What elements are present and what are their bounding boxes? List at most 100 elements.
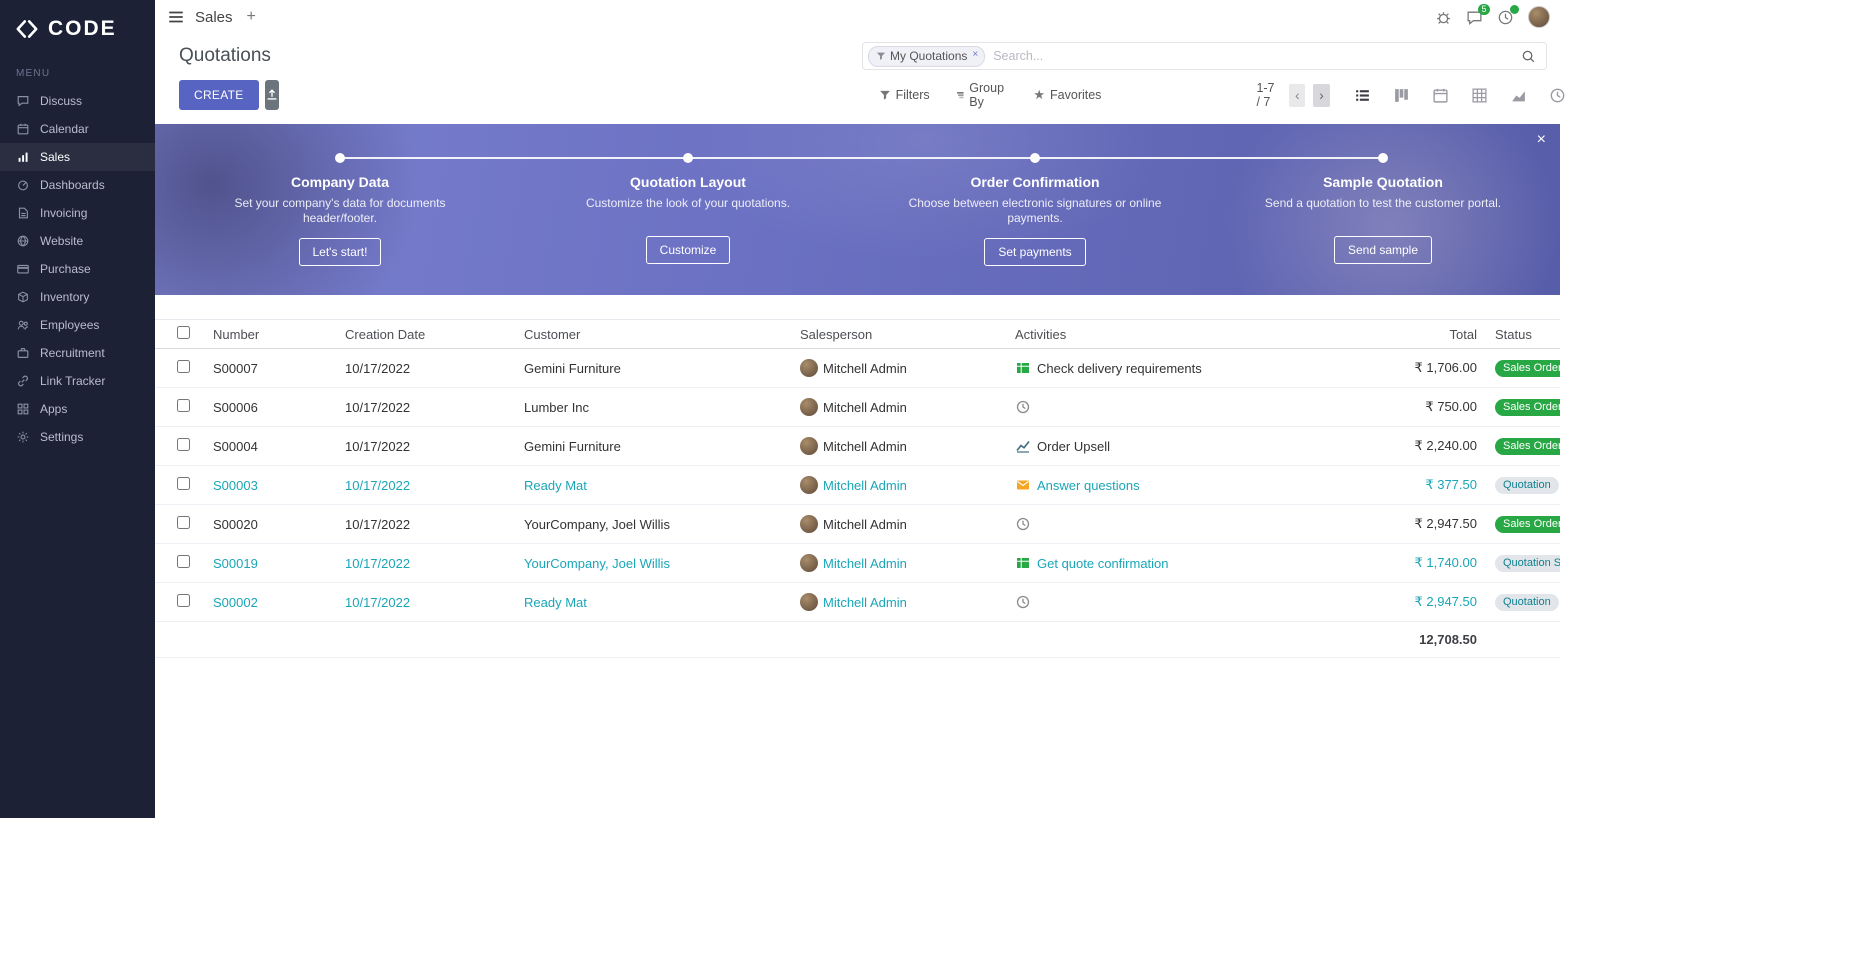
purchase-icon xyxy=(16,262,30,276)
cell-creation-date: 10/17/2022 xyxy=(345,595,524,610)
menu-toggle-icon[interactable] xyxy=(167,8,185,26)
sidebar-item-invoicing[interactable]: Invoicing xyxy=(0,199,155,227)
column-header-status[interactable]: Status xyxy=(1489,327,1560,342)
column-header-creation-date[interactable]: Creation Date xyxy=(345,327,524,342)
search-tools: Filters Group By ★ Favorites xyxy=(879,81,1102,109)
create-button[interactable]: CREATE xyxy=(179,80,259,110)
salesperson-avatar xyxy=(800,554,818,572)
column-header-customer[interactable]: Customer xyxy=(524,327,800,342)
close-banner-icon[interactable]: × xyxy=(1537,132,1546,148)
pivot-view-icon[interactable] xyxy=(1471,87,1488,104)
cell-activity[interactable] xyxy=(1015,516,1369,532)
sidebar-item-employees[interactable]: Employees xyxy=(0,311,155,339)
recruitment-icon xyxy=(16,346,30,360)
table-row[interactable]: S00003 10/17/2022 Ready Mat Mitchell Adm… xyxy=(155,466,1560,505)
list-view-icon[interactable] xyxy=(1354,87,1371,104)
row-checkbox[interactable] xyxy=(177,594,190,607)
search-filter-chip[interactable]: My Quotations × xyxy=(868,46,985,67)
kanban-view-icon[interactable] xyxy=(1393,87,1410,104)
sidebar-item-calendar[interactable]: Calendar xyxy=(0,115,155,143)
view-switcher xyxy=(1354,87,1566,104)
sidebar-item-dashboards[interactable]: Dashboards xyxy=(0,171,155,199)
graph-view-icon[interactable] xyxy=(1510,87,1527,104)
clock-icon xyxy=(1015,516,1031,532)
row-checkbox[interactable] xyxy=(177,555,190,568)
sidebar-item-sales[interactable]: Sales xyxy=(0,143,155,171)
select-all-checkbox[interactable] xyxy=(177,326,190,339)
search-input[interactable] xyxy=(993,49,1521,63)
cell-total: ₹ 2,947.50 xyxy=(1369,516,1489,532)
app-name[interactable]: Sales xyxy=(195,9,233,26)
activities-icon[interactable] xyxy=(1497,9,1514,26)
sidebar-item-recruitment[interactable]: Recruitment xyxy=(0,339,155,367)
salesperson-name: Mitchell Admin xyxy=(823,517,907,532)
column-header-activities[interactable]: Activities xyxy=(1015,327,1369,342)
sidebar-item-settings[interactable]: Settings xyxy=(0,423,155,451)
favorites-button[interactable]: ★ Favorites xyxy=(1033,87,1101,103)
messages-icon[interactable]: 5 xyxy=(1466,9,1483,26)
main-area: Sales + 5 Quotations xyxy=(155,0,1560,818)
sidebar-item-inventory[interactable]: Inventory xyxy=(0,283,155,311)
step-title: Order Confirmation xyxy=(905,174,1165,190)
sidebar-item-label: Website xyxy=(40,234,83,248)
column-header-number[interactable]: Number xyxy=(213,327,345,342)
cell-activity[interactable] xyxy=(1015,594,1369,610)
row-checkbox[interactable] xyxy=(177,399,190,412)
table-row[interactable]: S00004 10/17/2022 Gemini Furniture Mitch… xyxy=(155,427,1560,466)
table-row[interactable]: S00019 10/17/2022 YourCompany, Joel Will… xyxy=(155,544,1560,583)
brand-logo[interactable]: CODE xyxy=(0,0,155,60)
menu-label: MENU xyxy=(0,60,155,87)
step-description: Choose between electronic signatures or … xyxy=(905,196,1165,226)
user-avatar[interactable] xyxy=(1528,6,1550,28)
filters-button[interactable]: Filters xyxy=(879,88,930,102)
activity-view-icon[interactable] xyxy=(1549,87,1566,104)
sidebar-item-apps[interactable]: Apps xyxy=(0,395,155,423)
cell-total: ₹ 1,706.00 xyxy=(1369,360,1489,376)
row-checkbox[interactable] xyxy=(177,438,190,451)
sidebar-item-website[interactable]: Website xyxy=(0,227,155,255)
customize-button[interactable]: Customize xyxy=(646,236,731,264)
row-checkbox[interactable] xyxy=(177,477,190,490)
sidebar-item-discuss[interactable]: Discuss xyxy=(0,87,155,115)
salesperson-avatar xyxy=(800,398,818,416)
group-by-button[interactable]: Group By xyxy=(956,81,1008,109)
table-row[interactable]: S00020 10/17/2022 YourCompany, Joel Will… xyxy=(155,505,1560,544)
row-checkbox[interactable] xyxy=(177,360,190,373)
table-row[interactable]: S00007 10/17/2022 Gemini Furniture Mitch… xyxy=(155,349,1560,388)
cell-activity[interactable]: Check delivery requirements xyxy=(1015,360,1369,376)
add-tab-icon[interactable]: + xyxy=(247,8,256,26)
column-header-total[interactable]: Total xyxy=(1369,327,1489,342)
sidebar-item-link-tracker[interactable]: Link Tracker xyxy=(0,367,155,395)
table-row[interactable]: S00002 10/17/2022 Ready Mat Mitchell Adm… xyxy=(155,583,1560,622)
link-icon xyxy=(16,374,30,388)
row-checkbox[interactable] xyxy=(177,516,190,529)
onboarding-step-sample-quotation: Sample Quotation Send a quotation to tes… xyxy=(1253,174,1513,264)
pager: 1-7 / 7 ‹ › xyxy=(1256,81,1329,109)
search-icon[interactable] xyxy=(1521,49,1536,64)
upload-button[interactable] xyxy=(265,80,279,110)
cell-activity[interactable] xyxy=(1015,399,1369,415)
table-row[interactable]: S00006 10/17/2022 Lumber Inc Mitchell Ad… xyxy=(155,388,1560,427)
pager-next-button[interactable]: › xyxy=(1313,84,1329,107)
set-payments-button[interactable]: Set payments xyxy=(984,238,1085,266)
cell-activity[interactable]: Get quote confirmation xyxy=(1015,555,1369,571)
calendar-view-icon[interactable] xyxy=(1432,87,1449,104)
lets-start-button[interactable]: Let's start! xyxy=(299,238,382,266)
envelope-icon xyxy=(1015,477,1031,493)
sales-icon xyxy=(16,150,30,164)
step-title: Sample Quotation xyxy=(1253,174,1513,190)
sidebar-item-purchase[interactable]: Purchase xyxy=(0,255,155,283)
bug-icon[interactable] xyxy=(1435,9,1452,26)
filters-label: Filters xyxy=(896,88,930,102)
cell-customer: Gemini Furniture xyxy=(524,361,800,376)
inventory-icon xyxy=(16,290,30,304)
pager-prev-button[interactable]: ‹ xyxy=(1289,84,1305,107)
cell-activity[interactable]: Answer questions xyxy=(1015,477,1369,493)
send-sample-button[interactable]: Send sample xyxy=(1334,236,1432,264)
cell-salesperson: Mitchell Admin xyxy=(800,515,1015,533)
search-bar[interactable]: My Quotations × xyxy=(862,42,1547,70)
remove-filter-icon[interactable]: × xyxy=(972,49,978,60)
salesperson-name: Mitchell Admin xyxy=(823,400,907,415)
column-header-salesperson[interactable]: Salesperson xyxy=(800,327,1015,342)
cell-activity[interactable]: Order Upsell xyxy=(1015,438,1369,454)
